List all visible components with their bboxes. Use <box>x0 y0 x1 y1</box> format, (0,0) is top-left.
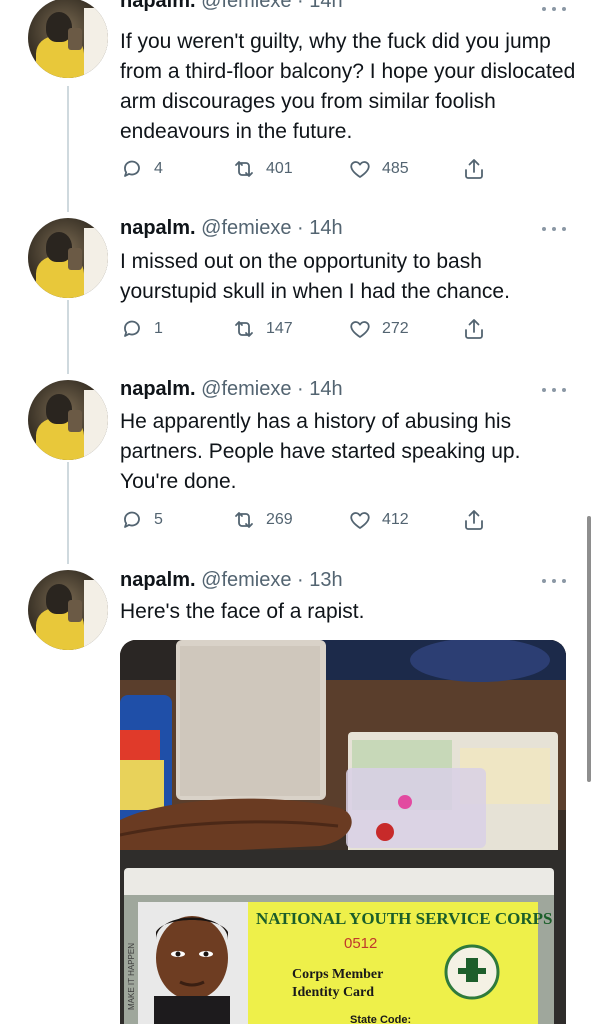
avatar[interactable] <box>28 570 108 650</box>
tweet-text: Here's the face of a rapist. <box>120 600 365 623</box>
timestamp[interactable]: 13h <box>309 569 342 591</box>
card-title: NATIONAL YOUTH SERVICE CORPS <box>256 909 552 928</box>
tweet-header: napalm. @femiexe · 13h <box>120 567 343 593</box>
tweet[interactable]: napalm. @femiexe · 13h Here's the face o… <box>0 0 596 1024</box>
card-state-code: State Code: <box>350 1014 411 1024</box>
user-handle[interactable]: @femiexe <box>201 569 291 591</box>
more-icon[interactable] <box>542 576 566 586</box>
card-line1: Corps Member <box>292 967 383 982</box>
card-number: 0512 <box>344 935 377 952</box>
card-line2: Identity Card <box>292 985 374 1000</box>
photo-image: NATIONAL YOUTH SERVICE CORPS 0512 Corps … <box>120 640 566 1024</box>
scrollbar[interactable] <box>587 516 591 782</box>
display-name[interactable]: napalm. <box>120 569 196 591</box>
card-side-text: MAKE IT HAPPEN <box>127 943 136 1010</box>
tweet-photo[interactable]: NATIONAL YOUTH SERVICE CORPS 0512 Corps … <box>120 640 566 1024</box>
separator-dot: · <box>297 569 304 591</box>
